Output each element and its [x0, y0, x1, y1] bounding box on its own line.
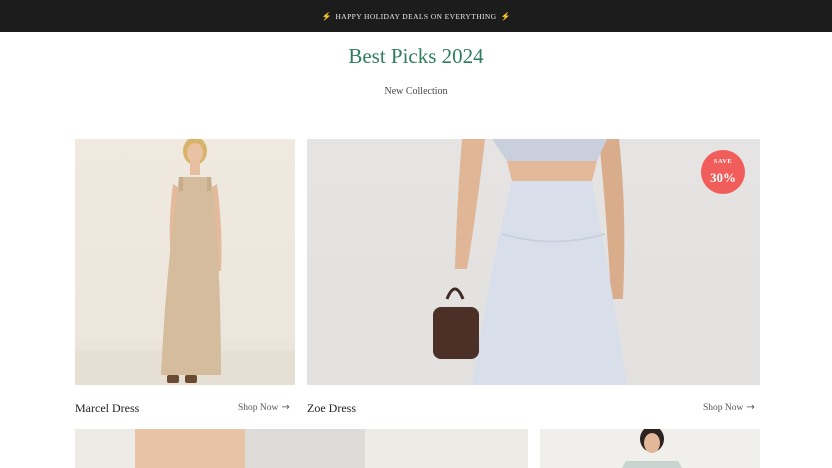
product-photo — [622, 429, 682, 468]
announcement-bar: ⚡ HAPPY HOLIDAY DEALS ON EVERYTHING ⚡ — [0, 0, 832, 32]
product-image-marcel-dress[interactable] — [75, 139, 295, 385]
announcement-text: HAPPY HOLIDAY DEALS ON EVERYTHING — [335, 11, 497, 21]
product-image-next-2[interactable] — [540, 429, 760, 468]
product-name-marcel-dress[interactable]: Marcel Dress — [75, 401, 139, 416]
product-image-next-1[interactable] — [75, 429, 528, 468]
section-title: Best Picks 2024 — [348, 44, 484, 68]
product-photo — [433, 139, 627, 385]
shop-now-link-marcel-dress[interactable]: Shop Now → — [238, 402, 290, 413]
product-photo — [75, 139, 295, 385]
product-image-zoe-dress[interactable] — [307, 139, 760, 385]
lightning-icon: ⚡ — [321, 11, 332, 21]
save-badge: SAVE 30% — [701, 150, 745, 194]
shop-now-link-zoe-dress[interactable]: Shop Now → — [703, 402, 755, 413]
product-name-zoe-dress[interactable]: Zoe Dress — [307, 401, 356, 416]
shop-now-label: Shop Now — [238, 402, 279, 413]
arrow-right-icon: → — [746, 402, 755, 413]
save-badge-percent: 30% — [710, 170, 736, 185]
section-subtitle: New Collection — [384, 86, 448, 97]
arrow-right-icon: → — [281, 402, 290, 413]
product-photo — [135, 429, 365, 468]
lightning-icon: ⚡ — [500, 11, 511, 21]
shop-now-label: Shop Now — [703, 402, 744, 413]
save-badge-label: SAVE — [713, 158, 733, 165]
